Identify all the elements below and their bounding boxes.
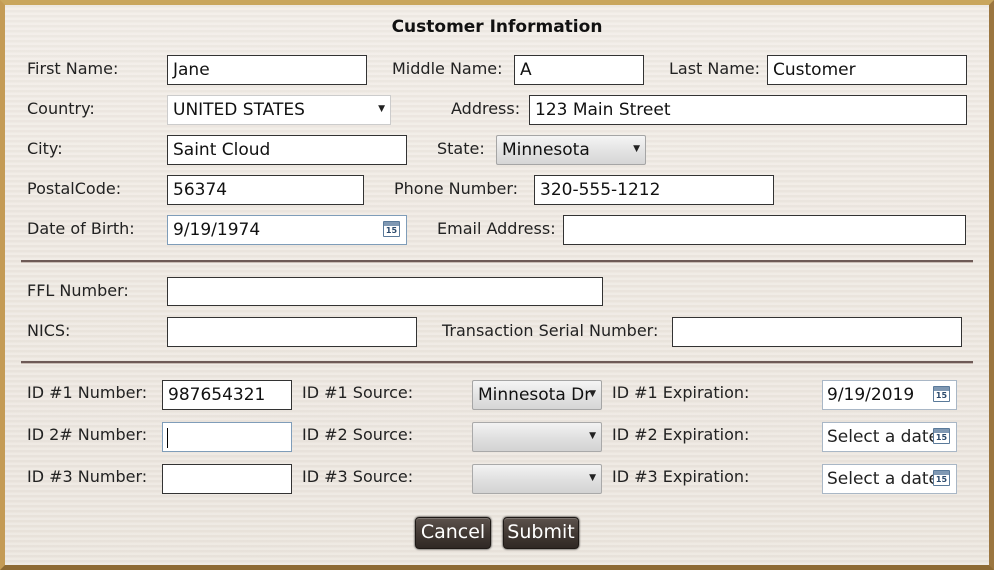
state-select[interactable]: Minnesota ▼ bbox=[496, 135, 646, 165]
id1-number-label: ID #1 Number: bbox=[27, 383, 148, 402]
postal-code-label: PostalCode: bbox=[27, 179, 122, 198]
calendar-icon[interactable]: 15 bbox=[933, 428, 950, 444]
id3-source-select[interactable]: ▼ bbox=[472, 464, 602, 494]
id3-number-label: ID #3 Number: bbox=[27, 467, 148, 486]
chevron-down-icon: ▼ bbox=[589, 389, 596, 399]
first-name-label: First Name: bbox=[27, 59, 119, 78]
cancel-button[interactable]: Cancel bbox=[415, 517, 491, 549]
country-label: Country: bbox=[27, 99, 95, 118]
nics-field[interactable] bbox=[167, 317, 417, 347]
id1-expiration-date-picker[interactable]: 9/19/2019 15 bbox=[822, 380, 957, 410]
dob-value: 9/19/1974 bbox=[173, 220, 261, 240]
text-cursor bbox=[167, 428, 168, 448]
customer-form: Customer Information First Name: Jane Mi… bbox=[5, 5, 989, 565]
dob-date-picker[interactable]: 9/19/1974 15 bbox=[167, 215, 407, 245]
state-label: State: bbox=[437, 139, 485, 158]
id3-expiration-value: Select a date bbox=[827, 469, 940, 489]
id1-expiration-value: 9/19/2019 bbox=[827, 385, 915, 405]
id3-expiration-label: ID #3 Expiration: bbox=[612, 467, 750, 486]
ffl-field[interactable] bbox=[167, 277, 603, 306]
address-field[interactable]: 123 Main Street bbox=[529, 95, 967, 125]
submit-button[interactable]: Submit bbox=[503, 517, 579, 549]
id1-number-field[interactable]: 987654321 bbox=[162, 380, 292, 410]
separator bbox=[21, 361, 973, 364]
separator bbox=[21, 260, 973, 263]
id2-number-label: ID 2# Number: bbox=[27, 425, 148, 444]
country-value: UNITED STATES bbox=[173, 100, 305, 120]
id2-expiration-date-picker[interactable]: Select a date 15 bbox=[822, 422, 957, 452]
chevron-down-icon: ▼ bbox=[589, 431, 596, 441]
middle-name-label: Middle Name: bbox=[392, 59, 503, 78]
chevron-down-icon: ▼ bbox=[378, 104, 385, 114]
id3-number-field[interactable] bbox=[162, 464, 292, 494]
calendar-icon[interactable]: 15 bbox=[933, 470, 950, 486]
calendar-icon[interactable]: 15 bbox=[933, 386, 950, 402]
id2-number-field[interactable] bbox=[162, 422, 292, 452]
id1-source-value: Minnesota Dr bbox=[478, 385, 592, 405]
last-name-field[interactable]: Customer bbox=[767, 55, 967, 85]
city-label: City: bbox=[27, 139, 63, 158]
calendar-icon[interactable]: 15 bbox=[383, 221, 400, 237]
form-title: Customer Information bbox=[391, 17, 603, 37]
email-label: Email Address: bbox=[437, 219, 556, 238]
id1-source-select[interactable]: Minnesota Dr ▼ bbox=[472, 380, 602, 410]
postal-code-field[interactable]: 56374 bbox=[167, 175, 364, 205]
transaction-serial-label: Transaction Serial Number: bbox=[442, 321, 659, 340]
id2-source-select[interactable]: ▼ bbox=[472, 422, 602, 452]
address-label: Address: bbox=[451, 99, 521, 118]
id3-source-label: ID #3 Source: bbox=[302, 467, 414, 486]
country-select[interactable]: UNITED STATES ▼ bbox=[167, 95, 391, 125]
id2-expiration-label: ID #2 Expiration: bbox=[612, 425, 750, 444]
chevron-down-icon: ▼ bbox=[633, 144, 640, 154]
id1-expiration-label: ID #1 Expiration: bbox=[612, 383, 750, 402]
city-field[interactable]: Saint Cloud bbox=[167, 135, 407, 165]
phone-field[interactable]: 320-555-1212 bbox=[534, 175, 774, 205]
first-name-field[interactable]: Jane bbox=[167, 55, 367, 85]
middle-name-field[interactable]: A bbox=[514, 55, 644, 85]
id2-expiration-value: Select a date bbox=[827, 427, 940, 447]
nics-label: NICS: bbox=[27, 321, 71, 340]
state-value: Minnesota bbox=[502, 140, 590, 160]
transaction-serial-field[interactable] bbox=[672, 317, 962, 347]
ffl-label: FFL Number: bbox=[27, 281, 129, 300]
last-name-label: Last Name: bbox=[669, 59, 761, 78]
dob-label: Date of Birth: bbox=[27, 219, 135, 238]
phone-label: Phone Number: bbox=[394, 179, 519, 198]
email-field[interactable] bbox=[563, 215, 966, 245]
id3-expiration-date-picker[interactable]: Select a date 15 bbox=[822, 464, 957, 494]
chevron-down-icon: ▼ bbox=[589, 473, 596, 483]
id2-source-label: ID #2 Source: bbox=[302, 425, 414, 444]
id1-source-label: ID #1 Source: bbox=[302, 383, 414, 402]
